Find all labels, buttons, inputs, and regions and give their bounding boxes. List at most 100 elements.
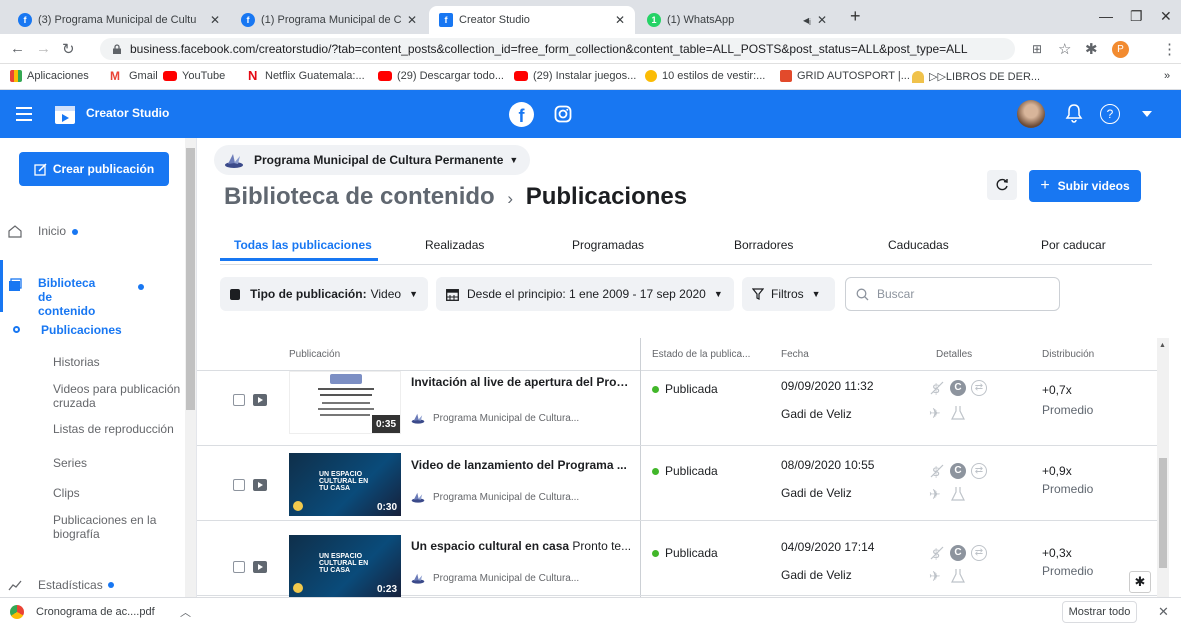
bookmark-youtube[interactable]: (29) Instalar juegos... [514,70,636,82]
post-title[interactable]: Un espacio cultural en casa Pronto te... [411,539,635,553]
column-header-distribution[interactable]: Distribución [1042,349,1094,360]
copyright-icon[interactable]: C [950,380,966,396]
tab-expiring[interactable]: Por caducar [1041,238,1106,252]
sidebar-item-publicaciones[interactable]: Publicaciones [13,323,198,337]
account-dropdown-icon[interactable] [1142,111,1152,117]
tab-all-posts[interactable]: Todas las publicaciones [234,238,372,252]
column-header-status[interactable]: Estado de la publica... [652,349,750,360]
boost-rocket-icon[interactable]: ✈ [929,568,945,584]
bug-report-icon[interactable]: ✱ [1129,571,1151,593]
url-field[interactable]: business.facebook.com/creatorstudio/?tab… [100,38,1015,60]
close-icon[interactable]: ✕ [407,13,417,27]
row-checkbox[interactable] [233,394,245,406]
row-checkbox[interactable] [233,479,245,491]
date-range-filter[interactable]: Desde el principio: 1 ene 2009 - 17 sep … [436,277,734,311]
row-checkbox[interactable] [233,561,245,573]
refresh-button[interactable] [987,170,1017,200]
hamburger-menu-icon[interactable] [16,107,32,121]
download-file-name[interactable]: Cronograma de ac....pdf [36,606,155,618]
column-header-date[interactable]: Fecha [781,349,809,360]
bookmark-gmail[interactable]: M Gmail [110,70,158,82]
copyright-icon[interactable]: C [950,545,966,561]
copyright-icon[interactable]: C [950,463,966,479]
reload-icon[interactable]: ↻ [62,40,75,58]
video-thumbnail[interactable]: 0:35 [289,371,401,434]
extensions-icon[interactable]: ✱ [1085,40,1098,58]
scroll-up-icon[interactable]: ▲ [1159,342,1166,349]
post-title[interactable]: Video de lanzamiento del Programa ... [411,458,635,472]
test-flask-icon[interactable] [950,486,966,502]
monetization-icon[interactable]: $ [929,463,945,479]
table-row[interactable]: UN ESPACIO CULTURAL EN TU CASA 0:30 Vide… [197,446,1157,521]
table-row[interactable]: UN ESPACIO CULTURAL EN TU CASA 0:23 Un e… [197,521,1157,597]
search-input[interactable]: Buscar [845,277,1060,311]
sidebar-item-crosspost[interactable]: Videos para publicación cruzada [53,382,188,410]
close-icon[interactable]: ✕ [1158,604,1169,620]
back-arrow-icon[interactable]: ← [10,40,25,57]
close-window-button[interactable]: ✕ [1160,8,1172,25]
facebook-tab-icon[interactable]: f [509,102,534,127]
test-flask-icon[interactable] [950,405,966,421]
monetization-icon[interactable]: $ [929,380,945,396]
crosspost-icon[interactable]: ⇄ [971,545,987,561]
minimize-button[interactable]: — [1099,8,1113,24]
scrollbar-thumb[interactable] [1159,458,1167,568]
chevron-up-icon[interactable]: ︿ [180,604,191,620]
tab-published[interactable]: Realizadas [425,238,484,252]
bookmark-netflix[interactable]: N Netflix Guatemala:... [248,69,365,82]
bookmark-grid[interactable]: GRID AUTOSPORT |... [780,70,910,82]
column-header-details[interactable]: Detalles [936,349,972,360]
video-thumbnail[interactable]: UN ESPACIO CULTURAL EN TU CASA 0:30 [289,453,401,516]
crosspost-icon[interactable]: ⇄ [971,380,987,396]
bookmark-styles[interactable]: 10 estilos de vestir:... [645,70,765,82]
help-icon[interactable]: ? [1100,104,1120,124]
post-title[interactable]: Invitación al live de apertura del Progr… [411,375,635,389]
more-bookmarks-button[interactable]: » [1164,70,1170,82]
boost-rocket-icon[interactable]: ✈ [929,486,945,502]
table-row[interactable]: 0:35 Invitación al live de apertura del … [197,371,1157,446]
browser-tab-active[interactable]: f Creator Studio ✕ [429,6,635,34]
bell-icon[interactable] [1065,103,1083,123]
filters-button[interactable]: Filtros ▼ [742,277,835,311]
monetization-icon[interactable]: $ [929,545,945,561]
instagram-tab-icon[interactable] [554,105,572,123]
mute-icon[interactable]: ◂ᵢ [803,13,811,27]
test-flask-icon[interactable] [950,568,966,584]
sidebar-item-biblioteca[interactable]: Biblioteca de contenido [8,276,193,318]
post-type-filter[interactable]: Tipo de publicación: Video ▼ [220,277,428,311]
tab-expired[interactable]: Caducadas [888,238,949,252]
restore-button[interactable]: ❐ [1130,8,1143,25]
bookmark-youtube[interactable]: (29) Descargar todo... [378,70,504,82]
crosspost-icon[interactable]: ⇄ [971,463,987,479]
tab-scheduled[interactable]: Programadas [572,238,644,252]
bookmark-apps[interactable]: Aplicaciones [10,70,89,82]
scrollbar-thumb[interactable] [186,148,195,410]
bookmark-youtube[interactable]: YouTube [163,70,225,82]
tab-drafts[interactable]: Borradores [734,238,793,252]
sidebar-item-timeline-posts[interactable]: Publicaciones en la biografía [53,513,173,541]
create-post-button[interactable]: Crear publicación [19,152,169,186]
column-header-post[interactable]: Publicación [289,349,340,360]
browser-tab[interactable]: f (1) Programa Municipal de Cultu ✕ [231,6,427,34]
boost-rocket-icon[interactable]: ✈ [929,405,945,421]
close-icon[interactable]: ✕ [615,13,625,27]
new-tab-button[interactable]: + [850,6,861,27]
sidebar-item-inicio[interactable]: Inicio [8,224,193,238]
profile-avatar[interactable]: P [1112,41,1129,58]
star-icon[interactable]: ☆ [1058,40,1071,58]
video-thumbnail[interactable]: UN ESPACIO CULTURAL EN TU CASA 0:23 [289,535,401,597]
breadcrumb-parent[interactable]: Biblioteca de contenido [224,183,495,210]
show-all-button[interactable]: Mostrar todo [1062,601,1137,623]
user-avatar[interactable] [1017,100,1045,128]
sidebar-item-estadisticas[interactable]: Estadísticas [8,578,193,592]
table-scrollbar[interactable]: ▲ [1157,338,1169,597]
close-icon[interactable]: ✕ [210,13,220,27]
page-selector[interactable]: Programa Municipal de Cultura Permanente… [214,145,531,175]
upload-videos-button[interactable]: + Subir videos [1029,170,1141,202]
browser-tab[interactable]: 1 (1) WhatsApp ◂ᵢ ✕ [637,6,837,34]
forward-arrow-icon[interactable]: → [36,40,51,57]
translate-icon[interactable]: ⊞ [1032,42,1042,56]
bookmark-libros[interactable]: ▷▷LIBROS DE DER... [912,70,1040,83]
menu-dots-icon[interactable]: ⋮ [1162,40,1177,58]
browser-tab[interactable]: f (3) Programa Municipal de Cultu ✕ [8,6,230,34]
